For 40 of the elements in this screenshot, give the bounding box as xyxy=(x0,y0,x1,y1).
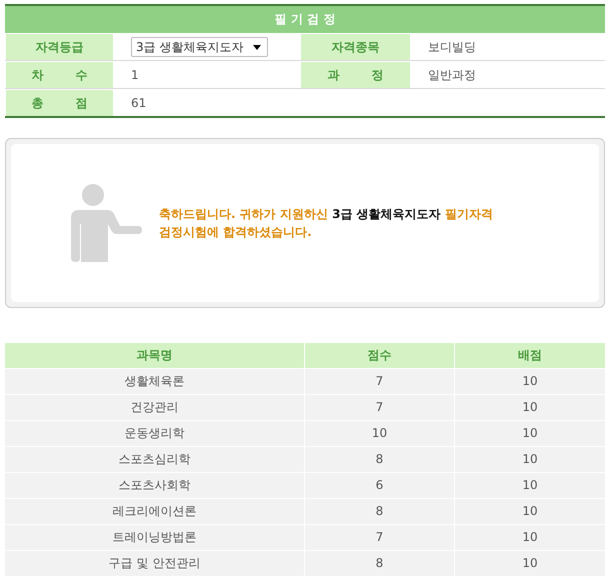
table-cell: 8 xyxy=(305,447,454,472)
table-cell: 7 xyxy=(305,369,454,394)
field-value: 보디빌딩 xyxy=(428,38,476,56)
table-cell: 10 xyxy=(455,499,605,524)
field-label: 자격등급 xyxy=(6,34,113,60)
field-value: 61 xyxy=(131,96,146,110)
table-cell: 스포츠사회학 xyxy=(5,473,304,498)
column-header: 과목명 xyxy=(5,343,304,368)
table-cell: 7 xyxy=(305,395,454,420)
section-title: 필 기 검 정 xyxy=(5,6,605,33)
table-cell: 10 xyxy=(455,525,605,550)
table-cell: 6 xyxy=(305,473,454,498)
field-value: 일반과정 xyxy=(428,66,476,84)
table-cell: 스포츠심리학 xyxy=(5,447,304,472)
table-cell: 생활체육론 xyxy=(5,369,304,394)
table-cell: 운동생리학 xyxy=(5,421,304,446)
table-cell: 10 xyxy=(455,395,605,420)
table-cell: 10 xyxy=(455,369,605,394)
table-cell: 7 xyxy=(305,525,454,550)
field-label: 자격종목 xyxy=(301,34,410,60)
table-cell: 10 xyxy=(455,447,605,472)
success-message: 축하드립니다. 귀하가 지원하신 3급 생활체육지도자 필기자격 검정시험에 합격하셨습니다. xyxy=(159,206,493,241)
table-cell: 레크리에이션론 xyxy=(5,499,304,524)
table-cell: 8 xyxy=(305,499,454,524)
field-label: 총 점 xyxy=(6,90,113,116)
column-header: 배점 xyxy=(455,343,605,368)
table-cell: 10 xyxy=(305,421,454,446)
table-cell: 10 xyxy=(455,421,605,446)
field-label: 차 수 xyxy=(6,62,113,88)
table-cell: 8 xyxy=(305,551,454,576)
table-cell: 건강관리 xyxy=(5,395,304,420)
table-cell: 구급 및 안전관리 xyxy=(5,551,304,576)
caret-icon xyxy=(253,44,262,50)
table-cell: 트레이닝방법론 xyxy=(5,525,304,550)
table-cell: 10 xyxy=(455,473,605,498)
table-cell: 10 xyxy=(455,551,605,576)
field-value: 1 xyxy=(131,68,139,82)
field-label: 과 정 xyxy=(301,62,410,88)
grade-dropdown[interactable]: 3급 생활체육지도자 xyxy=(131,37,268,57)
column-header: 점수 xyxy=(305,343,454,368)
